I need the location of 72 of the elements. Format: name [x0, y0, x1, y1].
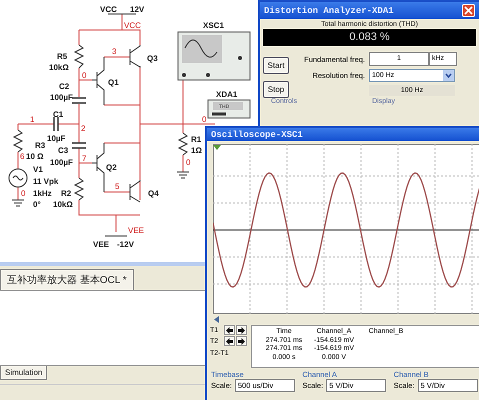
schematic-label: 10kΩ: [53, 200, 73, 209]
schematic-label: Q3: [147, 54, 158, 63]
schematic-label: R3: [35, 141, 46, 150]
cursor-left-button[interactable]: [224, 325, 235, 335]
schematic-label: 1: [30, 115, 34, 124]
schematic-label: 100µF: [50, 158, 73, 167]
scroll-left-icon[interactable]: [214, 316, 220, 322]
cursor-left-button[interactable]: [224, 336, 235, 346]
capacitor-symbol: [53, 116, 59, 132]
transistor-symbol: [130, 44, 140, 68]
oscilloscope-instrument-icon: [178, 32, 250, 80]
schematic-label: Q4: [148, 189, 159, 198]
transistor-symbol: [130, 180, 140, 202]
close-icon: [464, 6, 473, 15]
schematic-label: 0: [186, 158, 190, 167]
transistor-symbol: [92, 56, 104, 106]
schematic-label: 11 Vpk: [33, 177, 58, 186]
schematic-label: 0: [82, 71, 86, 80]
ac-source-symbol: [8, 168, 28, 188]
schematic-label: 10kΩ: [49, 63, 69, 72]
schematic-label: VCC: [124, 21, 141, 30]
ground-symbol: [176, 172, 190, 178]
schematic-label: Q1: [108, 78, 119, 87]
analyzer-button[interactable]: Stop: [263, 81, 289, 98]
resistor-symbol: [74, 178, 84, 200]
schematic-label: 7: [82, 154, 86, 163]
schematic-label: 0: [21, 189, 26, 198]
schematic-label: C3: [58, 146, 68, 155]
schematic-label: 0: [202, 115, 206, 124]
schematic-label: C2: [59, 82, 70, 91]
schematic-label: 5: [115, 182, 120, 191]
caret-icon: [443, 70, 454, 81]
schematic-label: R1: [191, 135, 202, 144]
schematic-label: XDA1: [216, 90, 238, 99]
schematic-label: 2: [81, 124, 86, 133]
cursor-right-button[interactable]: [236, 336, 247, 346]
schematic-label: 1kHz: [33, 189, 52, 198]
distortion-analyzer-instrument-icon: [208, 100, 250, 118]
capacitor-symbol: [71, 142, 87, 149]
schematic-label: 3: [112, 47, 116, 56]
schematic-label: V1: [33, 165, 43, 174]
schematic-label: VCC: [100, 5, 117, 14]
trigger-marker-icon: [213, 145, 221, 150]
window-title: Oscilloscope-XSC1: [211, 130, 303, 140]
resistor-symbol: [12, 130, 24, 152]
transistor-symbol: [92, 142, 104, 192]
analyzer-button[interactable]: Start: [263, 57, 289, 74]
simulation-tab[interactable]: Simulation: [0, 366, 48, 380]
schematic-label: Q2: [106, 163, 117, 172]
schematic-label: R2: [61, 189, 72, 198]
schematic-label: 100µF: [50, 93, 73, 102]
schematic-label: VEE: [93, 240, 110, 249]
capacitor-symbol: [71, 97, 87, 104]
schematic-label: R5: [57, 52, 68, 61]
schematic-label: VEE: [128, 226, 144, 235]
schematic-label: 10 Ω: [26, 152, 44, 161]
schematic-label: 0°: [33, 200, 41, 209]
resistor-symbol: [74, 44, 84, 68]
schematic-label: C1: [53, 110, 64, 119]
window-title: Distortion Analyzer-XDA1: [264, 6, 394, 16]
cursor-right-button[interactable]: [236, 325, 247, 335]
ground-symbol: [12, 200, 24, 206]
schematic-label: 12V: [130, 5, 144, 14]
resistor-symbol: [178, 132, 188, 156]
schematic-label: 1Ω: [191, 146, 202, 155]
schematic-label: XSC1: [203, 21, 224, 30]
document-tab[interactable]: 互补功率放大器 基本OCL *: [0, 269, 134, 290]
schematic-label: 6: [20, 152, 24, 161]
thd-display: 0.083 %: [263, 29, 476, 46]
schematic-label: 10µF: [47, 134, 66, 143]
schematic-label: -12V: [117, 240, 134, 249]
close-button[interactable]: [462, 4, 475, 17]
